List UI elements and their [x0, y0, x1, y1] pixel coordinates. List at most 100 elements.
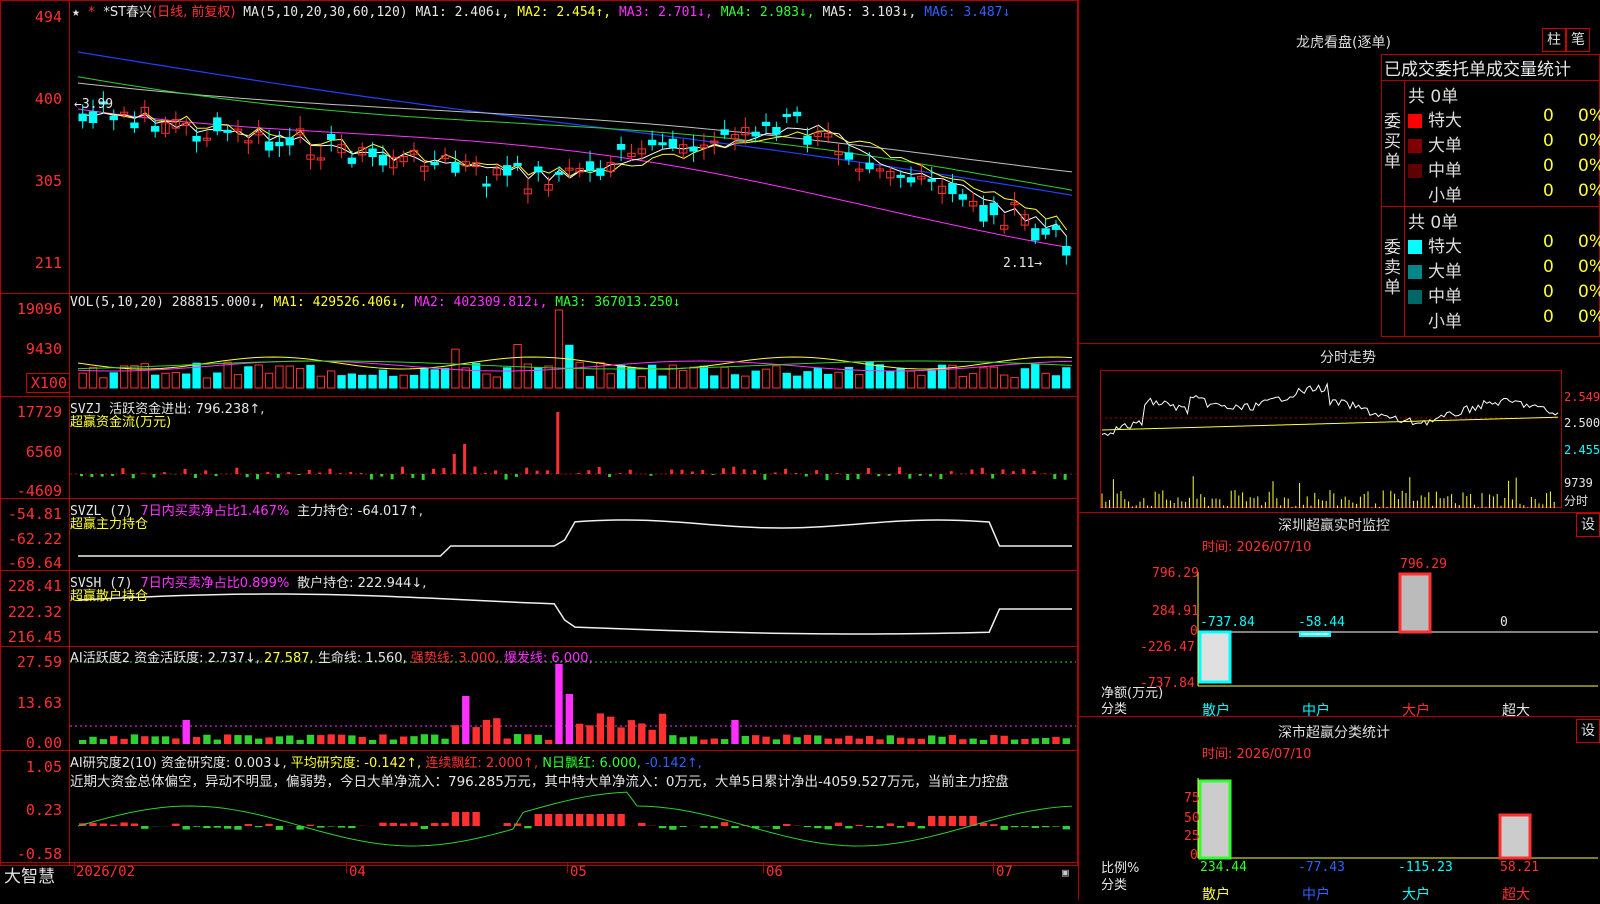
monitor-y-label: -226.47 — [1140, 640, 1195, 655]
volume-bar — [752, 371, 759, 388]
ai1-bar — [586, 725, 593, 744]
ai1-bar — [638, 723, 645, 744]
ai1-bar — [214, 740, 221, 744]
volume-bar — [390, 376, 397, 388]
ai2-bar — [307, 825, 314, 826]
ai2-bar — [245, 824, 252, 826]
ai2-bar — [586, 814, 593, 826]
volume-bar — [286, 366, 293, 388]
volume-bar — [876, 365, 883, 388]
ai2-bar — [835, 823, 842, 826]
ai1-bar — [1042, 738, 1049, 744]
buy-row: 大单 — [1408, 131, 1462, 156]
fenshi-chart[interactable] — [1100, 370, 1562, 508]
ai1-bar — [566, 694, 573, 744]
svzj-bar — [380, 474, 383, 477]
svzj-bar — [1002, 469, 1005, 474]
stats-y-label: 75 — [1184, 791, 1200, 806]
fenshi-y-label: 2.500 — [1564, 416, 1600, 430]
volume-bar — [586, 376, 593, 388]
ai1-bar — [359, 737, 366, 744]
vol-y-label: 9430 — [0, 340, 68, 358]
svzj-bar — [525, 468, 528, 474]
ai1-bar — [535, 735, 542, 744]
ai2-bar — [918, 826, 925, 828]
lock-icon[interactable]: ▣ — [1062, 866, 1069, 879]
brand-logo: 大智慧 — [4, 862, 55, 887]
volume-bar — [793, 376, 800, 388]
ai1-bar — [172, 738, 179, 744]
color-swatch — [1408, 114, 1422, 128]
ai2-bar — [431, 823, 438, 826]
ai2-bar — [845, 826, 852, 828]
monitor-settings-button[interactable]: 设 — [1576, 513, 1600, 537]
row-count: 0 — [1543, 156, 1554, 176]
ma5-value: MA5: 3.103↓, — [822, 5, 916, 20]
svzj-bar — [349, 472, 352, 474]
candle — [773, 128, 780, 135]
candle — [369, 149, 376, 157]
svzl-y-label: -62.22 — [0, 530, 68, 548]
ai2-bar — [276, 826, 283, 830]
ai2-bar — [1063, 826, 1070, 829]
bar-view-button[interactable]: 柱 — [1542, 28, 1566, 52]
ai2-bar — [825, 826, 832, 829]
ai1-bar — [825, 739, 832, 744]
ai1-bar — [1021, 739, 1028, 744]
volume-bar — [555, 310, 562, 388]
ai2-bar — [907, 822, 914, 826]
volume-bar — [183, 374, 190, 388]
candle — [1052, 226, 1059, 230]
fenshi-unit: 分时 — [1564, 492, 1588, 509]
row-pct: 0% — [1578, 307, 1600, 327]
svzj-bar — [649, 474, 652, 476]
candle — [762, 122, 769, 125]
ai2-bar — [193, 826, 200, 827]
star-icon[interactable]: ★ — [72, 5, 80, 20]
ai2-bar — [265, 824, 272, 826]
volume-bar — [607, 374, 614, 388]
svzl-y-label: -69.64 — [0, 554, 68, 572]
sell-row: 小单 — [1408, 307, 1462, 332]
stats-settings-button[interactable]: 设 — [1576, 719, 1600, 743]
volume-bar — [918, 375, 925, 388]
row-count: 0 — [1543, 131, 1554, 151]
ai1-bar — [462, 696, 469, 744]
svzj-bar — [473, 467, 476, 474]
candle — [452, 163, 459, 173]
svzj-bar — [805, 474, 808, 476]
row-count: 0 — [1543, 282, 1554, 302]
candle — [431, 163, 438, 165]
ai2-bar — [452, 812, 459, 826]
volume-bar — [1021, 369, 1028, 388]
stock-name[interactable]: *ST春兴 — [103, 5, 152, 20]
fenshi-title: 分时走势 — [1320, 347, 1376, 367]
tick-view-button[interactable]: 笔 — [1566, 28, 1590, 52]
svzj-bar — [577, 473, 580, 474]
svzj-bar — [442, 468, 445, 474]
ai2-bar — [524, 826, 531, 828]
svzj-bar — [722, 468, 725, 474]
ai2-bar — [659, 826, 666, 828]
fenshi-vol-label: 9739 — [1564, 476, 1593, 490]
chart-mode[interactable]: (日线, 前复权) — [152, 5, 235, 20]
svzj-bar — [163, 472, 166, 474]
volume-bar — [711, 376, 718, 388]
svzj-bar — [401, 467, 404, 474]
volume-bar — [483, 374, 490, 388]
candle — [617, 144, 624, 149]
color-swatch — [1408, 290, 1422, 304]
ai1-bar — [1052, 737, 1059, 744]
candle — [131, 123, 138, 128]
ai1-bar — [410, 736, 417, 744]
volume-bar — [276, 366, 283, 388]
monitor-category: 超大 — [1502, 700, 1530, 720]
fenshi-y-label: 2.455 — [1564, 443, 1600, 457]
volume-bar — [690, 367, 697, 388]
vol-unit-toggle[interactable]: X100 — [26, 373, 70, 393]
candle — [328, 134, 335, 139]
candle — [980, 206, 987, 222]
svzj-bar — [329, 469, 332, 474]
buy-row: 小单 — [1408, 181, 1462, 206]
svzj-bar — [287, 472, 290, 474]
